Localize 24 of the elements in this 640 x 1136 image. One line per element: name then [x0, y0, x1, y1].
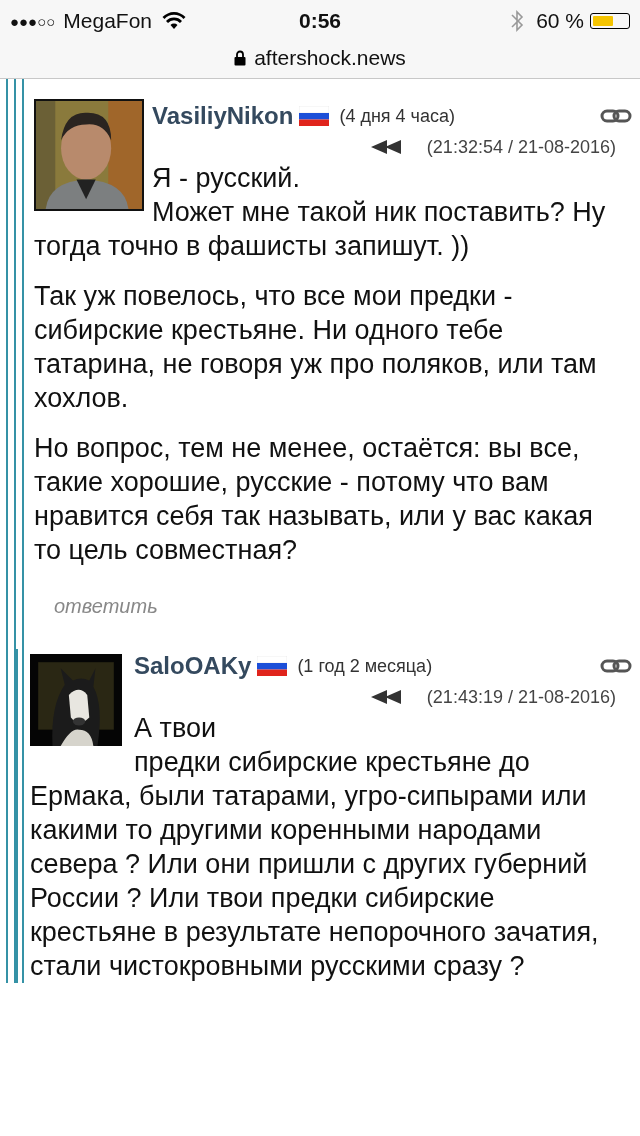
battery-icon: [590, 13, 630, 29]
comment-paragraph: А твои предки сибирские крестьяне до Ермака, были татарами, угро-сипырами или какими то другими коренными народами севера ? Или они пришли с других губерний России ? Или твои предки сибирские крестьяне в результате непорочного зачатия, стали чистокровными русскими сразу ?: [30, 712, 600, 983]
url-text[interactable]: aftershock.news: [254, 46, 406, 70]
reply-link[interactable]: ответить: [54, 595, 158, 617]
clock-time: 0:56: [299, 9, 341, 33]
carrier-name: MegaFon: [63, 9, 153, 33]
timestamp: (21:43:19 / 21-08-2016): [426, 686, 616, 709]
lock-icon: [234, 50, 247, 66]
chain-link-icon[interactable]: [600, 658, 632, 674]
wifi-icon: [162, 12, 187, 30]
timestamp: (21:32:54 / 21-08-2016): [426, 136, 616, 159]
flag-icon: [257, 656, 288, 676]
comment-paragraph: Я - русский. Может мне такой ник поставить? Ну тогда точно в фашисты запишут. )): [34, 162, 607, 263]
battery-percent: 60 %: [536, 9, 584, 33]
account-age: (1 год 2 месяца): [297, 655, 433, 678]
author-name[interactable]: VasiliyNikon: [152, 99, 294, 133]
comment-paragraph: Так уж повелось, что все мои предки - сибирские крестьяне. Ни одного тебе татарина, не говоря уж про поляков, или там хохлов.: [34, 280, 598, 415]
author-name[interactable]: SaloOAKy: [134, 649, 252, 683]
flag-icon: [299, 106, 330, 126]
comment-paragraph: Но вопрос, тем не менее, остаётся: вы все, такие хорошие, русские - потому что вам нравится себя так называть, или у вас какая то цель совместная?: [34, 432, 594, 567]
chain-link-icon[interactable]: [600, 108, 632, 124]
signal-strength: ●●●○○: [10, 12, 56, 30]
account-age: (4 дня 4 часа): [339, 105, 455, 128]
bluetooth-icon: [510, 9, 525, 33]
